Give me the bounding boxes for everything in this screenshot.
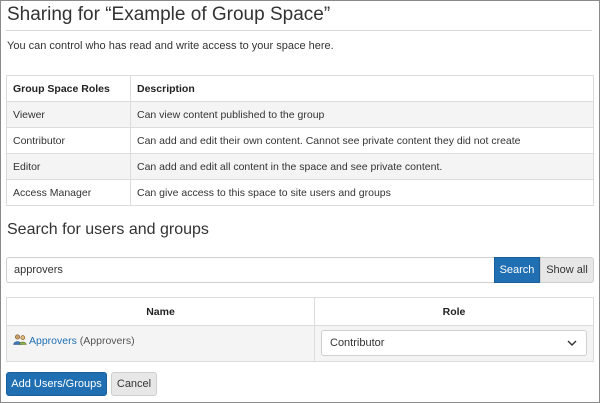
role-name: Viewer [6, 101, 131, 128]
roles-table-header: Group Space Roles Description [6, 75, 594, 102]
users-icon [13, 334, 27, 345]
table-row: Viewer Can view content published to the… [6, 101, 594, 128]
role-description: Can give access to this space to site us… [130, 179, 594, 206]
role-description: Can add and edit all content in the spac… [130, 153, 594, 180]
column-header-name: Name [6, 297, 315, 326]
title-divider [6, 30, 592, 31]
roles-table: Group Space Roles Description Viewer Can… [6, 75, 594, 206]
role-name: Access Manager [6, 179, 131, 206]
add-users-groups-button[interactable]: Add Users/Groups [6, 372, 107, 396]
table-row: Contributor Can add and edit their own c… [6, 127, 594, 154]
show-all-button[interactable]: Show all [540, 257, 594, 283]
table-row: Approvers (Approvers) Contributor [6, 325, 594, 362]
role-name: Contributor [6, 127, 131, 154]
role-description: Can view content published to the group [130, 101, 594, 128]
search-heading: Search for users and groups [7, 221, 209, 238]
result-name-cell: Approvers (Approvers) [6, 325, 315, 362]
table-row: Access Manager Can give access to this s… [6, 179, 594, 206]
search-input[interactable] [6, 257, 495, 283]
cancel-button[interactable]: Cancel [111, 372, 157, 396]
column-header-roles: Group Space Roles [6, 75, 131, 102]
table-row: Editor Can add and edit all content in t… [6, 153, 594, 180]
results-table-header: Name Role [6, 297, 594, 326]
role-description: Can add and edit their own content. Cann… [130, 127, 594, 154]
column-header-role: Role [314, 297, 594, 326]
result-name-detail: (Approvers) [79, 335, 135, 347]
intro-text: You can control who has read and write a… [7, 40, 334, 52]
page-title: Sharing for “Example of Group Space” [7, 4, 331, 25]
role-select[interactable]: Contributor [321, 330, 587, 356]
role-name: Editor [6, 153, 131, 180]
chevron-down-icon [567, 340, 577, 346]
role-select-value: Contributor [330, 337, 385, 349]
results-table: Name Role Approvers (Approvers) Contribu… [6, 297, 594, 362]
result-role-cell: Contributor [314, 325, 594, 362]
column-header-description: Description [130, 75, 594, 102]
search-button[interactable]: Search [494, 257, 540, 283]
result-name-link[interactable]: Approvers [29, 335, 77, 347]
